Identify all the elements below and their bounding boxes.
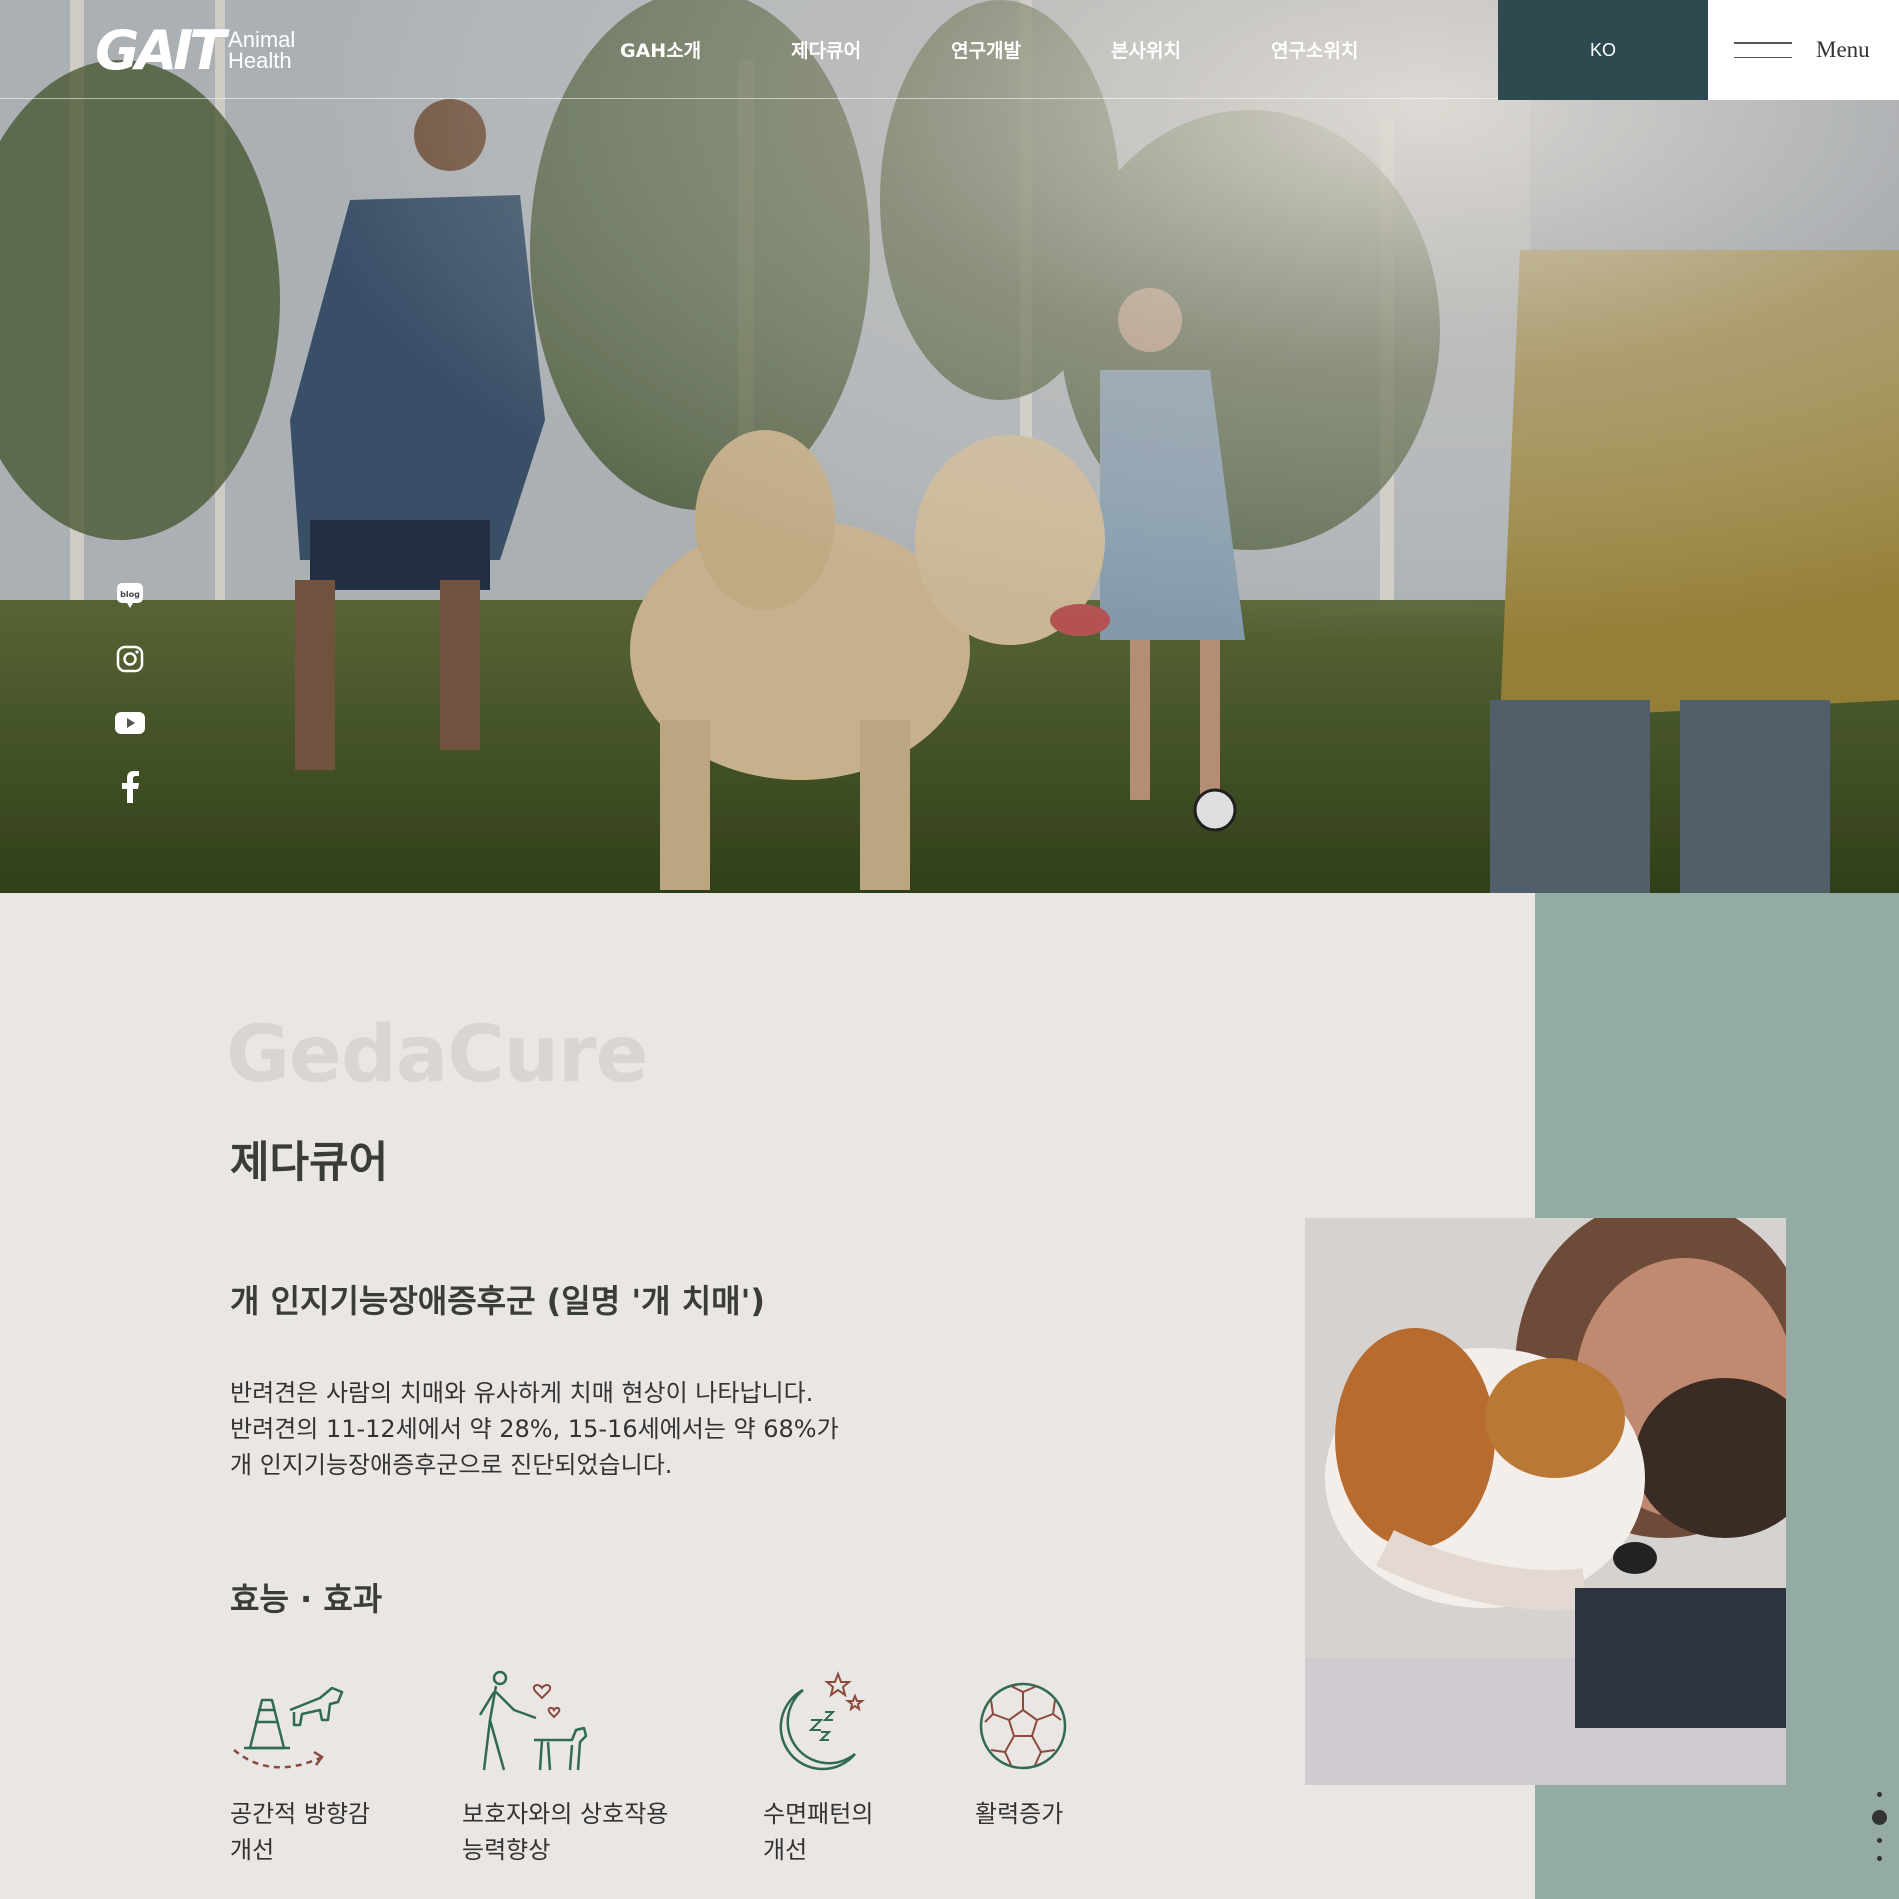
description: 반려견은 사람의 치매와 유사하게 치매 현상이 나타납니다. 반려견의 11-… (230, 1375, 839, 1483)
nav-item-hq-location[interactable]: 본사위치 (1111, 36, 1181, 63)
logo-line2: Health (228, 48, 292, 73)
dog-owner-photo (1305, 1218, 1786, 1785)
effect-label: 활력증가 (975, 1800, 1064, 1828)
walking-dog-icon (478, 1670, 588, 1771)
hero-photo (0, 0, 1899, 893)
description-line: 반려견은 사람의 치매와 유사하게 치매 현상이 나타납니다. (230, 1379, 814, 1407)
hamburger-icon (1734, 42, 1792, 58)
description-line: 개 인지기능장애증후군으로 진단되었습니다. (230, 1451, 673, 1479)
page-indicator (1872, 1792, 1887, 1861)
svg-text:blog: blog (120, 590, 140, 599)
page-dot[interactable] (1877, 1792, 1882, 1797)
language-selector[interactable]: KO (1498, 0, 1708, 100)
nav-item-lab-location[interactable]: 연구소위치 (1271, 36, 1358, 63)
logo[interactable]: GAIT Animal Health (95, 18, 295, 82)
hero-banner: GAIT Animal Health GAH소개 제다큐어 연구개발 본사위치 … (0, 0, 1899, 893)
nav-item-about[interactable]: GAH소개 (620, 36, 701, 63)
effect-item: 공간적 방향감 개선 (230, 1670, 370, 1868)
effect-item: 활력증가 (975, 1670, 1105, 1832)
social-links: blog (112, 578, 148, 804)
effects-title: 효능 · 효과 (230, 1580, 383, 1618)
page-dot-active[interactable] (1872, 1810, 1887, 1825)
section-subtitle: 개 인지기능장애증후군 (일명 '개 치매') (230, 1282, 766, 1320)
page-dot[interactable] (1877, 1856, 1882, 1861)
page-title: 제다큐어 (230, 1138, 389, 1188)
effect-label: 공간적 방향감 개선 (230, 1800, 371, 1864)
nav-item-research[interactable]: 연구개발 (951, 36, 1021, 63)
description-line: 반려견의 11-12세에서 약 28%, 15-16세에서는 약 68%가 (230, 1415, 839, 1443)
instagram-icon[interactable] (112, 642, 148, 676)
effect-item: 수면패턴의 개선 (763, 1670, 893, 1868)
ball-icon (979, 1682, 1067, 1770)
effect-label: 수면패턴의 개선 (763, 1800, 874, 1864)
blog-icon[interactable]: blog (112, 578, 148, 612)
nav-item-gedacure[interactable]: 제다큐어 (791, 36, 861, 63)
logo-line1: Animal (228, 27, 296, 52)
cone-dog-icon (233, 1686, 344, 1769)
youtube-icon[interactable] (112, 706, 148, 740)
site-header: GAIT Animal Health GAH소개 제다큐어 연구개발 본사위치 … (0, 0, 1899, 100)
facebook-icon[interactable] (112, 770, 148, 804)
page-dot[interactable] (1877, 1838, 1882, 1843)
menu-label: Menu (1816, 37, 1870, 62)
moon-sleep-icon (779, 1671, 865, 1771)
logo-mark: GAIT (95, 18, 226, 82)
brand-watermark: GedaCure (226, 1010, 649, 1100)
effect-item: 보호자와의 상호작용 능력향상 (462, 1670, 668, 1868)
main-nav: GAH소개 제다큐어 연구개발 본사위치 연구소위치 (620, 0, 1448, 99)
logo-wordmark: Animal Health (228, 27, 296, 73)
menu-button[interactable]: Menu (1708, 0, 1899, 100)
effect-label: 보호자와의 상호작용 능력향상 (462, 1800, 669, 1864)
